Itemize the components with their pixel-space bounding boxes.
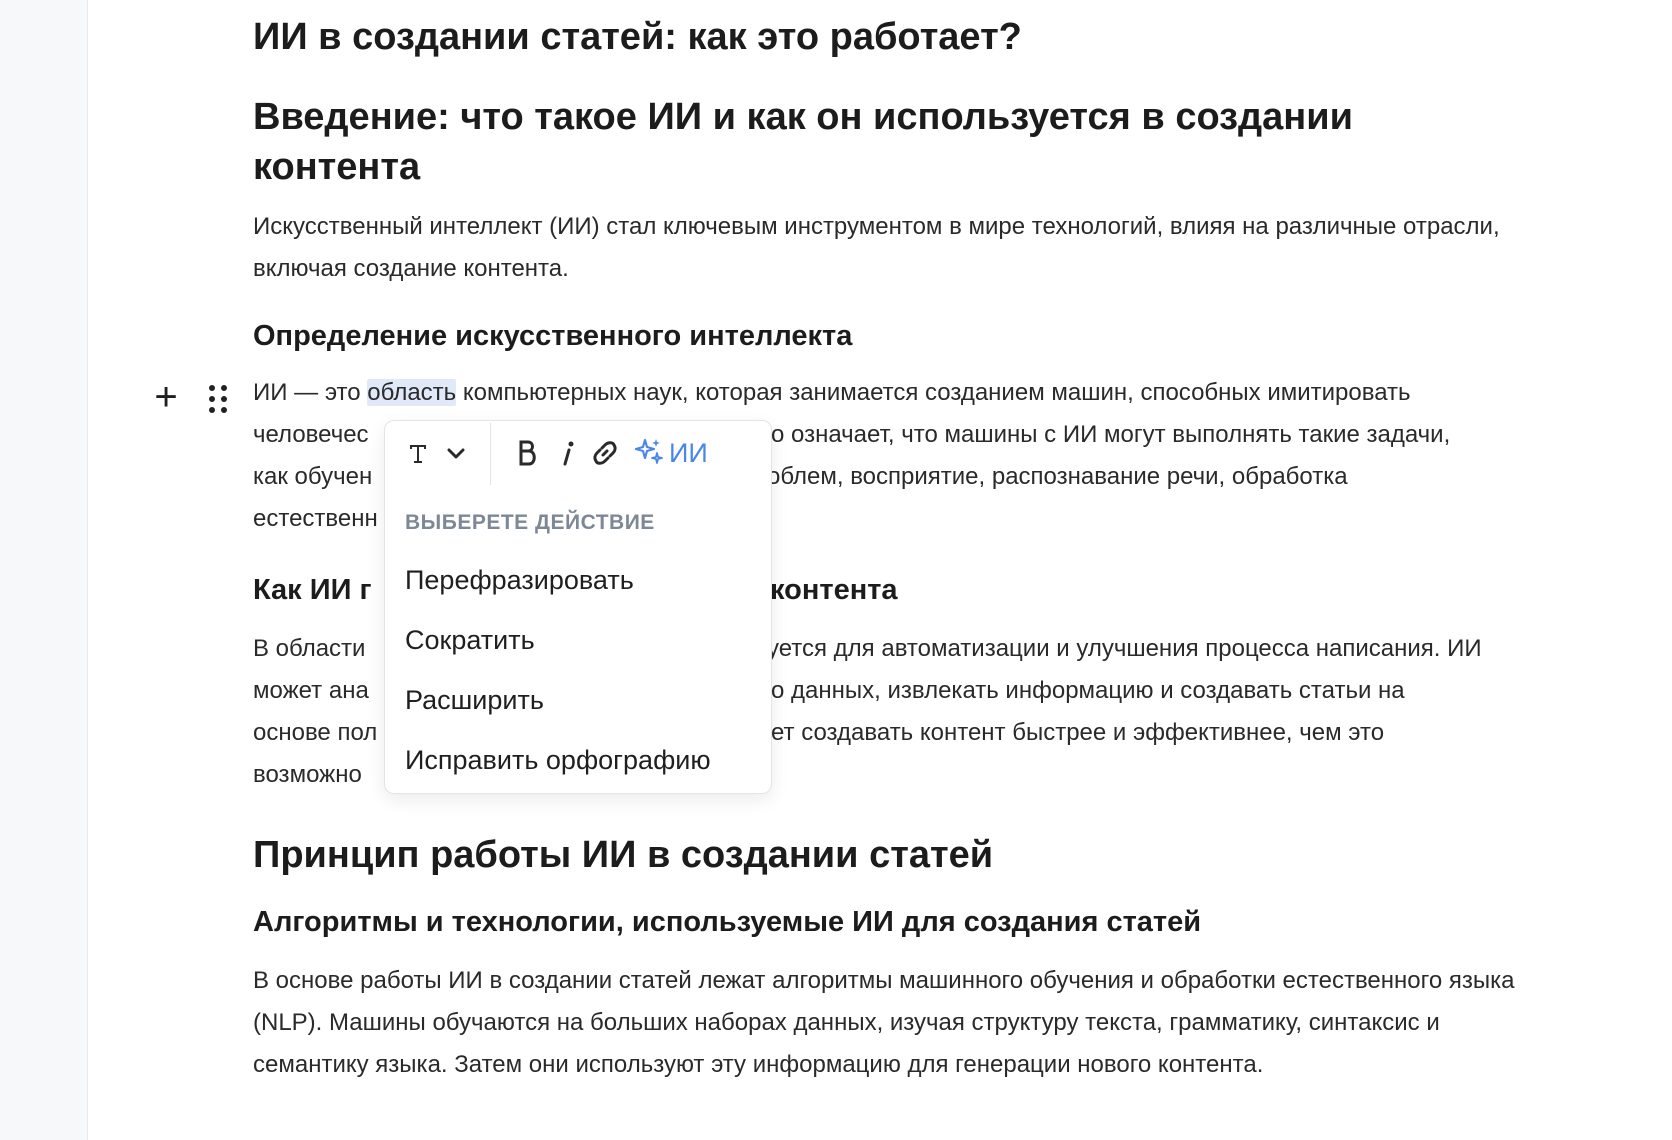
definition-line3-right: облем, восприятие, распознавание речи, о… bbox=[767, 463, 1348, 490]
usage-line4-left: возможно bbox=[253, 761, 362, 788]
intro-heading[interactable]: Введение: что такое ИИ и как он использу… bbox=[253, 92, 1483, 192]
usage-heading-right: контента bbox=[770, 574, 898, 606]
toolbar-divider bbox=[490, 423, 491, 485]
definition-line1-after: компьютерных наук, которая занимается со… bbox=[456, 379, 1411, 406]
menu-item-expand[interactable]: Расширить bbox=[405, 685, 544, 716]
definition-line4-left: естественн bbox=[253, 505, 378, 532]
drag-handle-icon[interactable] bbox=[206, 383, 230, 415]
selected-word[interactable]: область bbox=[367, 379, 457, 406]
left-rail bbox=[0, 0, 88, 1140]
algorithms-heading[interactable]: Алгоритмы и технологии, используемые ИИ … bbox=[253, 904, 1201, 940]
usage-line3-right: ет создавать контент быстрее и эффективн… bbox=[771, 719, 1385, 746]
ai-button[interactable]: ИИ bbox=[633, 433, 753, 473]
definition-line2-right: о означает, что машины с ИИ могут выполн… bbox=[771, 421, 1451, 448]
intro-paragraph[interactable]: Искусственный интеллект (ИИ) стал ключев… bbox=[253, 206, 1553, 290]
usage-heading-left: Как ИИ г bbox=[253, 574, 372, 606]
usage-line3-left: основе пол bbox=[253, 719, 378, 746]
definition-line2-left: человечес bbox=[253, 421, 369, 448]
menu-item-shorten[interactable]: Сократить bbox=[405, 625, 535, 656]
italic-icon[interactable] bbox=[551, 433, 585, 473]
usage-line1-right: уется для автоматизации и улучшения проц… bbox=[767, 635, 1482, 662]
editor-app: ИИ в создании статей: как это работает? … bbox=[0, 0, 1672, 1140]
usage-line2-right: о данных, извлекать информацию и создава… bbox=[771, 677, 1405, 704]
ai-action-popup: ИИ ВЫБЕРЕТЕ ДЕЙСТВИЕ Перефразировать Сок… bbox=[384, 420, 772, 794]
link-icon[interactable] bbox=[585, 433, 625, 473]
formatting-toolbar: ИИ bbox=[385, 421, 771, 487]
sparkles-icon bbox=[633, 435, 665, 472]
usage-line1-left: В области bbox=[253, 635, 366, 662]
text-type-icon[interactable] bbox=[403, 433, 433, 473]
definition-line3-left: как обучен bbox=[253, 463, 373, 490]
document-title[interactable]: ИИ в создании статей: как это работает? bbox=[253, 12, 1022, 62]
chevron-down-icon[interactable] bbox=[439, 433, 473, 473]
menu-item-rephrase[interactable]: Перефразировать bbox=[405, 565, 634, 596]
ai-label: ИИ bbox=[669, 437, 708, 468]
menu-item-fix-spelling[interactable]: Исправить орфографию bbox=[405, 745, 711, 776]
bold-icon[interactable] bbox=[510, 433, 544, 473]
algorithms-paragraph[interactable]: В основе работы ИИ в создании статей леж… bbox=[253, 960, 1553, 1086]
plus-icon[interactable]: + bbox=[148, 377, 184, 419]
definition-line1-before: ИИ — это bbox=[253, 379, 368, 406]
menu-header: ВЫБЕРЕТЕ ДЕЙСТВИЕ bbox=[405, 511, 655, 534]
principle-heading[interactable]: Принцип работы ИИ в создании статей bbox=[253, 830, 993, 880]
block-controls: + bbox=[148, 377, 238, 419]
definition-heading[interactable]: Определение искусственного интеллекта bbox=[253, 318, 852, 354]
usage-line2-left: может ана bbox=[253, 677, 369, 704]
